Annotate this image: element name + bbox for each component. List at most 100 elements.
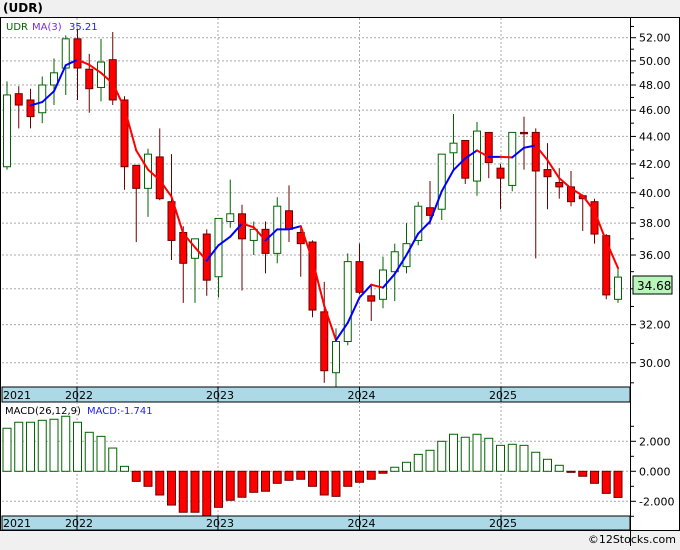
stock-chart: (UDR) 52.0050.0048.0046.0044.0042.0040.0… bbox=[0, 0, 680, 546]
legend-ma-label: MA(3) bbox=[32, 22, 62, 33]
price-tick-label: 30.00 bbox=[639, 357, 671, 370]
candle-body bbox=[4, 95, 11, 167]
macd-bar-2025-08 bbox=[579, 471, 587, 476]
macd-bar-2025-05 bbox=[544, 459, 552, 471]
price-tick-label: 48.00 bbox=[639, 79, 671, 92]
year-label: 2024 bbox=[348, 517, 376, 530]
macd-bar-2022-03 bbox=[97, 436, 105, 471]
candle-2023-12 bbox=[344, 253, 351, 345]
year-label: 2024 bbox=[348, 389, 376, 402]
macd-bar-2024-07 bbox=[426, 450, 434, 471]
macd-bar-2022-10 bbox=[179, 471, 187, 512]
legend-symbol: UDR bbox=[6, 22, 28, 33]
macd-date-strip bbox=[2, 516, 630, 530]
macd-bar-2021-07 bbox=[3, 428, 11, 471]
price-tick-label: 44.00 bbox=[639, 130, 671, 143]
copyright: ©12Stocks.com bbox=[588, 533, 676, 546]
macd-bar-2021-12 bbox=[62, 416, 70, 471]
macd-bar-2023-11 bbox=[332, 471, 340, 496]
macd-bar-2022-02 bbox=[85, 432, 93, 471]
macd-bar-2021-08 bbox=[15, 422, 23, 471]
candle-2024-10 bbox=[462, 140, 469, 183]
macd-bar-2025-01 bbox=[497, 445, 505, 471]
macd-bar-2024-11 bbox=[473, 434, 481, 471]
candle-body bbox=[344, 262, 351, 342]
macd-bar-2023-03 bbox=[238, 471, 246, 497]
candle-2025-10 bbox=[603, 234, 610, 299]
candle-body bbox=[521, 132, 528, 133]
macd-bar-2024-06 bbox=[414, 454, 422, 471]
macd-bar-2024-02 bbox=[367, 471, 375, 479]
candle-body bbox=[556, 183, 563, 187]
macd-bar-2023-08 bbox=[297, 471, 305, 479]
macd-bar-2025-02 bbox=[508, 444, 516, 471]
macd-bar-2023-12 bbox=[344, 471, 352, 486]
year-label: 2021 bbox=[3, 517, 31, 530]
candle-body bbox=[321, 312, 328, 371]
year-label: 2022 bbox=[65, 517, 93, 530]
macd-bar-2021-11 bbox=[50, 419, 58, 471]
candle-body bbox=[474, 131, 481, 181]
macd-bar-2023-05 bbox=[262, 471, 270, 491]
chart-title: (UDR) bbox=[3, 1, 43, 15]
price-tick-label: 38.00 bbox=[639, 217, 671, 230]
candle-body bbox=[544, 170, 551, 177]
macd-bar-2024-12 bbox=[485, 438, 493, 471]
macd-bar-2023-02 bbox=[226, 471, 234, 500]
candle-body bbox=[86, 69, 93, 88]
year-label: 2025 bbox=[489, 517, 517, 530]
macd-bar-2022-09 bbox=[168, 471, 176, 505]
candle-body bbox=[27, 100, 34, 117]
macd-bar-2025-04 bbox=[532, 452, 540, 471]
candle-body bbox=[497, 168, 504, 178]
candle-body bbox=[333, 341, 340, 372]
last-price-label: 34.68 bbox=[637, 279, 671, 293]
legend-ma-value: 35.21 bbox=[69, 22, 98, 33]
macd-bar-2023-01 bbox=[215, 471, 223, 507]
year-label: 2021 bbox=[3, 389, 31, 402]
price-tick-label: 42.00 bbox=[639, 158, 671, 171]
year-label: 2023 bbox=[206, 389, 234, 402]
macd-bar-2024-01 bbox=[356, 471, 364, 482]
macd-bar-2025-03 bbox=[520, 445, 528, 471]
macd-bar-2022-11 bbox=[191, 471, 199, 512]
macd-bar-2025-07 bbox=[567, 471, 575, 472]
macd-bar-2022-07 bbox=[144, 471, 152, 486]
macd-bar-2025-06 bbox=[555, 465, 563, 471]
candle-body bbox=[450, 143, 457, 153]
macd-bar-2022-12 bbox=[203, 471, 211, 515]
year-label: 2022 bbox=[65, 389, 93, 402]
macd-bar-2024-04 bbox=[391, 467, 399, 471]
macd-bar-2022-08 bbox=[156, 471, 164, 495]
macd-bar-2022-05 bbox=[121, 466, 129, 471]
macd-legend-label: MACD(26,12,9) bbox=[5, 406, 81, 417]
macd-bar-2022-06 bbox=[132, 471, 140, 481]
candle-body bbox=[368, 296, 375, 301]
candle-2021-07 bbox=[4, 81, 11, 169]
year-label: 2025 bbox=[489, 389, 517, 402]
macd-bar-2023-07 bbox=[285, 471, 293, 480]
macd-bar-2025-09 bbox=[591, 471, 599, 483]
price-tick-label: 40.00 bbox=[639, 187, 671, 200]
macd-bar-2022-04 bbox=[109, 448, 117, 471]
macd-bar-2022-01 bbox=[74, 422, 82, 471]
price-tick-label: 36.00 bbox=[639, 249, 671, 262]
candle-body bbox=[286, 211, 293, 230]
price-tick-label: 46.00 bbox=[639, 104, 671, 117]
candle-body bbox=[615, 277, 622, 299]
candle-body bbox=[133, 165, 140, 188]
candle-2025-02 bbox=[509, 132, 516, 191]
macd-legend-value: MACD:-1.741 bbox=[87, 406, 153, 417]
candle-body bbox=[485, 132, 492, 162]
candle-body bbox=[532, 132, 539, 171]
macd-bar-2021-09 bbox=[27, 422, 35, 471]
year-label: 2023 bbox=[206, 517, 234, 530]
macd-bar-2023-09 bbox=[309, 471, 317, 486]
candle-body bbox=[509, 132, 516, 185]
macd-bar-2021-10 bbox=[38, 420, 46, 471]
candle-body bbox=[74, 39, 81, 68]
macd-bar-2023-06 bbox=[273, 471, 281, 483]
macd-bar-2024-10 bbox=[461, 437, 469, 471]
candle-body bbox=[438, 154, 445, 209]
macd-bar-2025-11 bbox=[614, 471, 622, 497]
